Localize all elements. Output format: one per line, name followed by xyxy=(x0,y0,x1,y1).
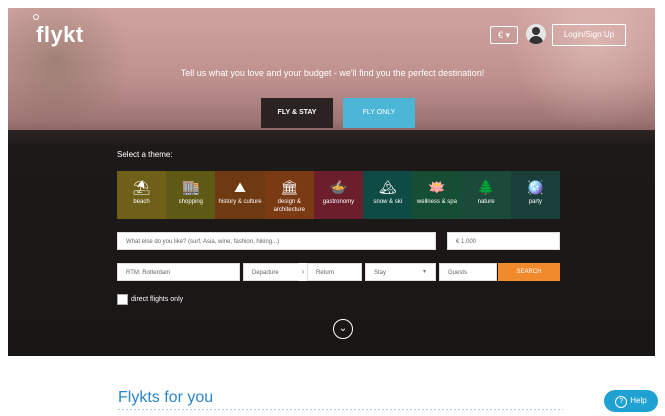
help-button[interactable]: ? Help xyxy=(604,390,658,412)
theme-gastronomy[interactable]: 🍲 gastronomy xyxy=(313,171,364,219)
login-signup-button[interactable]: Login/Sign Up xyxy=(552,24,626,46)
select-theme-label: Select a theme: xyxy=(117,150,173,159)
logo[interactable]: flykt xyxy=(36,22,84,48)
hero-tagline: Tell us what you love and your budget - … xyxy=(180,68,485,78)
shopping-icon: 🏬 xyxy=(182,179,200,195)
theme-wellness-spa[interactable]: 🪷 wellness & spa xyxy=(412,171,462,219)
avatar[interactable] xyxy=(526,24,546,44)
spa-icon: 🪷 xyxy=(428,179,446,195)
food-icon: 🍲 xyxy=(329,179,348,195)
search-button[interactable]: SEARCH xyxy=(498,263,560,281)
theme-label: shopping xyxy=(178,199,203,205)
help-label: Help xyxy=(630,396,647,405)
theme-label: gastronomy xyxy=(322,199,355,205)
theme-label: nature xyxy=(477,199,495,205)
history-icon: ⛰ xyxy=(234,179,246,195)
section-divider xyxy=(118,409,563,410)
architecture-icon: 🏛 xyxy=(280,179,299,195)
tab-fly-only[interactable]: FLY ONLY xyxy=(343,98,415,128)
direct-flights-checkbox[interactable] xyxy=(117,294,128,305)
chevron-right-icon: › xyxy=(299,263,307,281)
departure-date-input[interactable]: Departure xyxy=(243,263,303,281)
theme-snow-ski[interactable]: 🏔 snow & ski xyxy=(363,171,413,219)
theme-beach[interactable]: ⛱ beach xyxy=(117,171,167,219)
theme-label: snow & ski xyxy=(373,199,403,205)
theme-label: design & architecture xyxy=(273,199,305,213)
scroll-down-icon[interactable]: ⌄ xyxy=(333,319,353,339)
help-icon: ? xyxy=(615,396,628,408)
theme-design-architecture[interactable]: 🏛 design & architecture xyxy=(264,171,314,219)
party-icon: 🪩 xyxy=(526,179,545,195)
theme-history-culture[interactable]: ⛰ history & culture xyxy=(215,171,265,219)
beach-icon: ⛱ xyxy=(132,179,151,195)
theme-party[interactable]: 🪩 party xyxy=(510,171,560,219)
theme-label: beach xyxy=(133,199,150,205)
section-title: Flykts for you xyxy=(118,389,214,406)
tab-fly-and-stay[interactable]: FLY & STAY xyxy=(261,98,333,128)
direct-flights-label: direct flights only xyxy=(131,296,184,303)
chevron-down-icon: ▾ xyxy=(423,269,427,275)
theme-label: history & culture xyxy=(218,199,262,205)
likes-input[interactable]: What else do you like? (surf, Asia, wine… xyxy=(117,232,436,250)
ski-icon: 🏔 xyxy=(378,179,397,195)
return-date-input[interactable]: Return xyxy=(307,263,362,281)
theme-label: party xyxy=(528,199,543,205)
logo-mark-icon xyxy=(33,14,39,20)
theme-nature[interactable]: 🌲 nature xyxy=(461,171,511,219)
budget-input[interactable]: € 1.000 xyxy=(447,232,560,250)
page: flykt € ▾ Login/Sign Up Tell us what you… xyxy=(0,0,665,416)
departure-airport-input[interactable]: RTM: Rotterdam xyxy=(117,263,240,281)
theme-shopping[interactable]: 🏬 shopping xyxy=(166,171,216,219)
guests-input[interactable]: Guests xyxy=(439,263,497,281)
tree-icon: 🌲 xyxy=(477,179,495,195)
currency-dropdown[interactable]: € ▾ xyxy=(490,26,518,44)
theme-label: wellness & spa xyxy=(416,199,457,205)
theme-list: ⛱ beach 🏬 shopping ⛰ history & culture 🏛… xyxy=(117,171,560,219)
